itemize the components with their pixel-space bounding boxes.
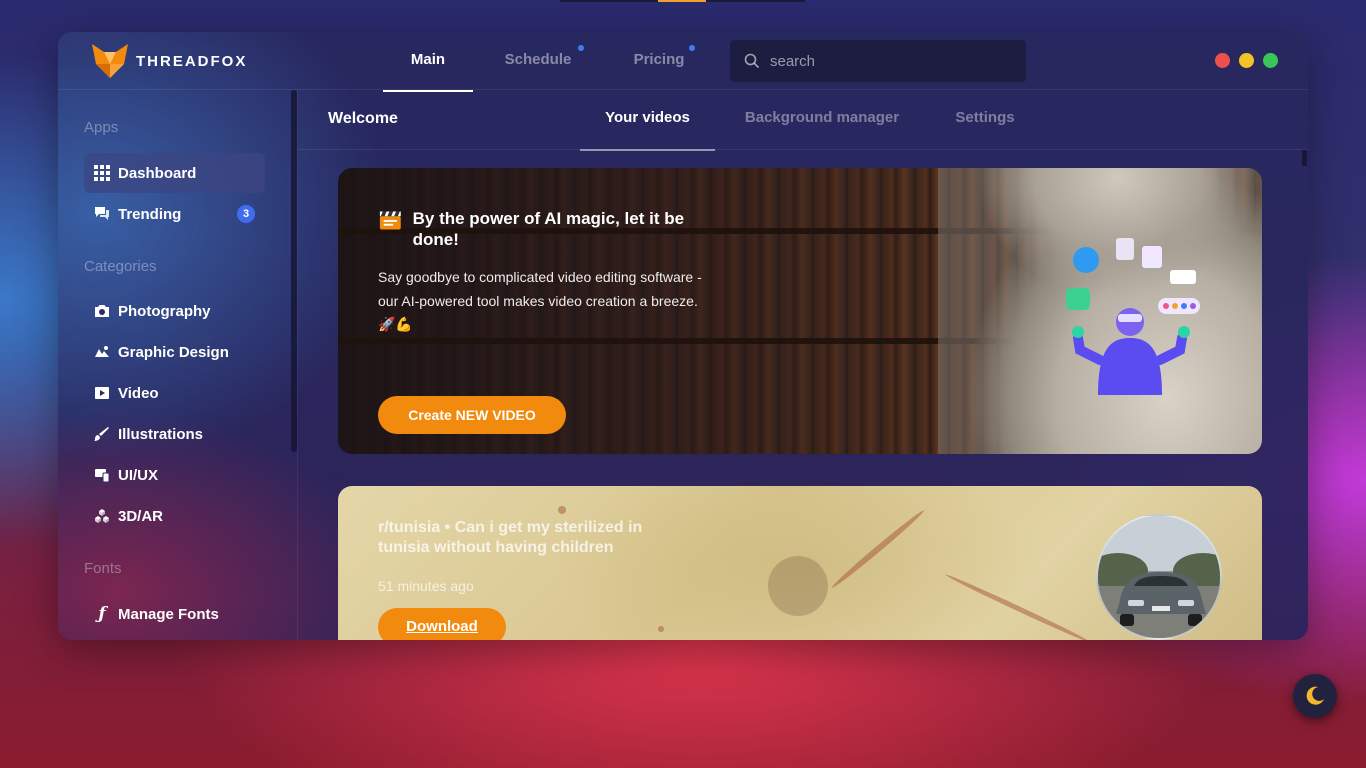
sidebar-item-label: Dashboard <box>118 164 197 182</box>
tab-background-manager[interactable]: Background manager <box>736 90 908 150</box>
sidebar-item-dashboard[interactable]: Dashboard <box>84 153 265 193</box>
sidebar-item-uiux[interactable]: UI/UX <box>84 455 265 495</box>
tab-schedule[interactable]: Schedule <box>494 32 582 92</box>
pricing-notification-dot <box>689 45 695 51</box>
top-indicator-strip <box>560 0 805 2</box>
cubes-icon <box>94 508 110 524</box>
clapperboard-icon <box>379 211 401 230</box>
chat-icon <box>94 206 110 222</box>
close-window-button[interactable] <box>1215 53 1230 68</box>
tab-your-videos[interactable]: Your videos <box>580 90 715 151</box>
trending-count-badge: 3 <box>237 205 255 223</box>
sidebar-item-label: Manage Fonts <box>118 605 219 623</box>
sidebar-item-manage-fonts[interactable]: ƒ Manage Fonts <box>84 594 265 634</box>
fonts-section-title: Fonts <box>84 560 122 577</box>
sidebar-item-label: Graphic Design <box>118 343 229 361</box>
sidebar-item-label: UI/UX <box>118 466 159 484</box>
moon-icon <box>1306 686 1324 705</box>
schedule-notification-dot <box>578 45 584 51</box>
welcome-label: Welcome <box>328 110 398 127</box>
sidebar-item-label: Video <box>118 384 159 402</box>
tab-pricing-label: Pricing <box>633 51 685 68</box>
search-icon <box>744 53 760 69</box>
splatter-decor <box>658 626 664 632</box>
apps-section-title: Apps <box>84 119 119 136</box>
tab-schedule-label: Schedule <box>504 51 572 68</box>
splatter-decor <box>768 556 828 616</box>
download-label: Download <box>406 618 478 635</box>
sidebar-item-label: 3D/AR <box>118 507 164 525</box>
post-timestamp: 51 minutes ago <box>378 578 474 594</box>
create-new-video-button[interactable]: Create NEW VIDEO <box>378 396 566 434</box>
sidebar-item-trending[interactable]: Trending 3 <box>84 194 265 234</box>
search-box[interactable] <box>730 40 1026 82</box>
fox-logo-icon <box>92 44 128 78</box>
app-window: THREADFOX Main Schedule Pricing Apps <box>58 32 1308 640</box>
car-image-icon <box>1098 516 1220 638</box>
camera-icon <box>94 303 110 319</box>
post-title: r/tunisia • Can i get my sterilized in t… <box>378 519 643 556</box>
grid-icon <box>94 165 110 181</box>
splatter-decor <box>944 572 1092 640</box>
create-new-video-label: Create NEW VIDEO <box>408 407 536 423</box>
post-card: r/tunisia • Can i get my sterilized in t… <box>338 486 1262 640</box>
header: THREADFOX Main Schedule Pricing <box>58 32 1308 92</box>
app-name: THREADFOX <box>136 52 248 70</box>
tab-main[interactable]: Main <box>383 32 473 92</box>
splatter-decor <box>558 506 566 514</box>
design-icon <box>94 344 110 360</box>
sidebar-item-illustrations[interactable]: Illustrations <box>84 414 265 454</box>
hero-title: By the power of AI magic, let it be done… <box>378 208 718 250</box>
maximize-window-button[interactable] <box>1263 53 1278 68</box>
logo[interactable]: THREADFOX <box>90 42 247 80</box>
devices-icon <box>94 467 110 483</box>
download-button[interactable]: Download <box>378 608 506 640</box>
sidebar-item-video[interactable]: Video <box>84 373 265 413</box>
sidebar-scrollbar[interactable] <box>291 90 297 452</box>
tab-settings-label: Settings <box>955 109 1015 126</box>
font-icon: ƒ <box>98 604 106 624</box>
tab-background-manager-label: Background manager <box>744 109 900 126</box>
post-thumbnail[interactable] <box>1096 514 1222 640</box>
sidebar-item-3d-ar[interactable]: 3D/AR <box>84 496 265 536</box>
sidebar-item-photography[interactable]: Photography <box>84 291 265 331</box>
theme-toggle-button[interactable] <box>1293 674 1337 718</box>
content-subnav: Welcome Your videos Background manager S… <box>298 90 1308 151</box>
splatter-decor <box>830 508 926 590</box>
ai-creator-illustration-icon <box>1066 238 1200 395</box>
sidebar-item-label: Trending <box>118 205 182 223</box>
categories-section-title: Categories <box>84 258 157 275</box>
search-input[interactable] <box>770 52 1010 70</box>
hero-description: Say goodbye to complicated video editing… <box>378 269 702 332</box>
video-icon <box>94 385 110 401</box>
tab-pricing[interactable]: Pricing <box>624 32 694 92</box>
sidebar-item-label: Illustrations <box>118 425 204 443</box>
hero-title-text: By the power of AI magic, let it be done… <box>412 209 685 249</box>
minimize-window-button[interactable] <box>1239 53 1254 68</box>
hero-card: By the power of AI magic, let it be done… <box>338 168 1262 454</box>
sidebar: Apps Dashboard Trending 3 Categories Pho… <box>58 90 298 640</box>
brush-icon <box>94 426 110 442</box>
sidebar-item-label: Photography <box>118 302 211 320</box>
tab-your-videos-label: Your videos <box>605 109 690 126</box>
sidebar-item-graphic-design[interactable]: Graphic Design <box>84 332 265 372</box>
content-scrollbar[interactable] <box>1302 150 1307 166</box>
tab-settings[interactable]: Settings <box>950 90 1020 150</box>
tab-main-label: Main <box>410 51 446 68</box>
